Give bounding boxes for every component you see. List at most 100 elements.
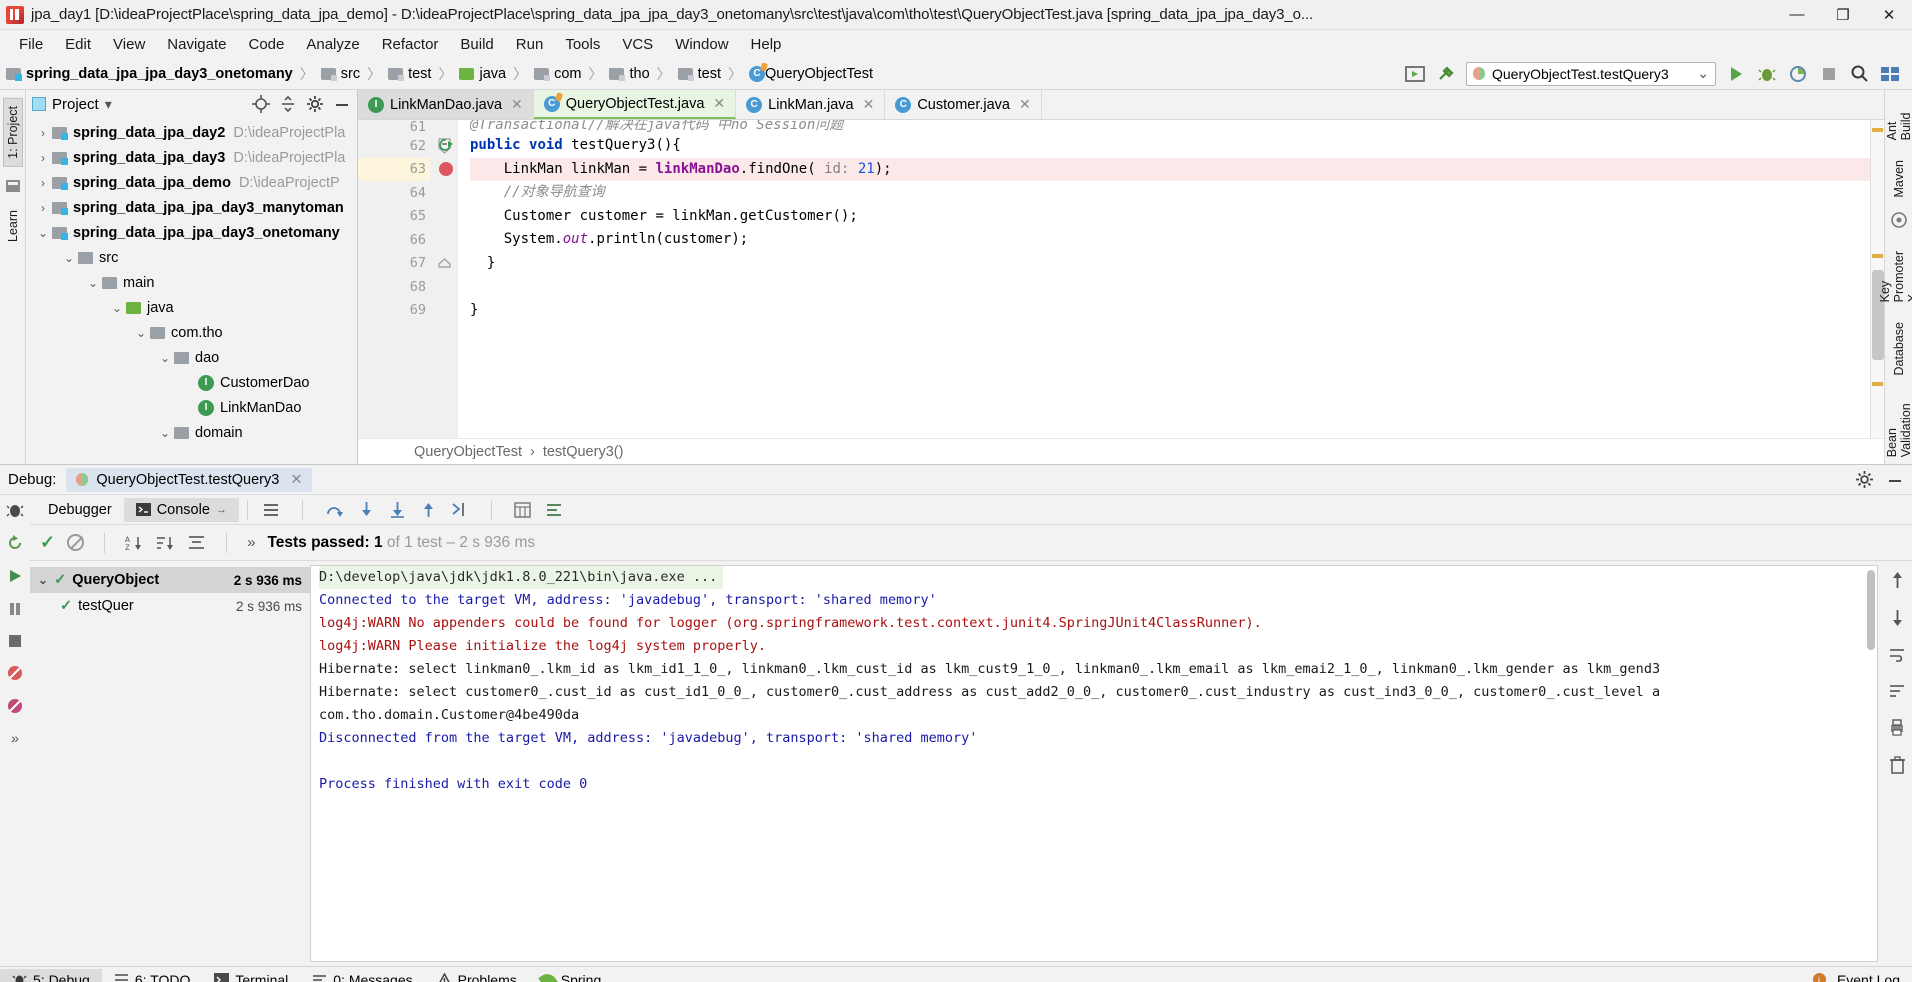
chevron-down-icon[interactable]: ⌄ bbox=[156, 426, 174, 440]
menu-view[interactable]: View bbox=[102, 33, 156, 56]
menu-navigate[interactable]: Navigate bbox=[156, 33, 237, 56]
search-icon[interactable] bbox=[1849, 63, 1871, 85]
chevron-down-icon[interactable]: ⌄ bbox=[60, 251, 78, 265]
run-configuration-selector[interactable]: QueryObjectTest.testQuery3 ⌄ bbox=[1466, 61, 1716, 86]
tree-row[interactable]: ⌄ java bbox=[26, 295, 357, 320]
menu-edit[interactable]: Edit bbox=[54, 33, 102, 56]
close-icon[interactable]: ✕ bbox=[290, 472, 302, 488]
breadcrumb-item-src[interactable]: src bbox=[320, 66, 360, 82]
chevron-down-icon[interactable]: ⌄ bbox=[132, 326, 150, 340]
resume-icon[interactable] bbox=[6, 567, 24, 585]
status-item-spring[interactable]: Spring bbox=[529, 969, 613, 982]
trash-icon[interactable] bbox=[1889, 756, 1906, 774]
settings-gear-icon[interactable] bbox=[306, 95, 324, 113]
sort-icon[interactable] bbox=[1888, 683, 1906, 699]
pin-icon[interactable]: → bbox=[216, 504, 227, 516]
editor-tab-linkmandao[interactable]: I LinkManDao.java ✕ bbox=[358, 90, 534, 119]
chevron-down-icon[interactable]: ⌄ bbox=[38, 573, 48, 587]
layout-icon[interactable] bbox=[1880, 63, 1902, 85]
editor-tab-linkman[interactable]: C LinkMan.java ✕ bbox=[736, 90, 886, 119]
soft-wrap-icon[interactable] bbox=[545, 502, 563, 518]
collapse-tests-icon[interactable] bbox=[187, 534, 206, 551]
code-line-66[interactable]: System.out.println(customer); bbox=[470, 228, 1884, 252]
settings-gear-icon[interactable] bbox=[1855, 470, 1874, 489]
gutter-line-62[interactable]: 62 bbox=[358, 134, 453, 158]
status-item-todo[interactable]: 6: TODO bbox=[102, 969, 203, 982]
chevron-right-icon[interactable]: › bbox=[34, 201, 52, 215]
breadcrumb-item-com[interactable]: com bbox=[534, 66, 581, 82]
tree-row[interactable]: ⌄ dao bbox=[26, 345, 357, 370]
build-hammer-icon[interactable] bbox=[1435, 63, 1457, 85]
stop-icon[interactable] bbox=[1818, 63, 1840, 85]
code-line-62[interactable]: public void testQuery3(){ bbox=[470, 134, 1884, 158]
tree-row[interactable]: ⌄ domain bbox=[26, 420, 357, 445]
code-editor[interactable]: 61 62 63 64 65 66 67 68 69 @Transactiona… bbox=[358, 120, 1884, 438]
menu-run[interactable]: Run bbox=[505, 33, 555, 56]
minimize-icon[interactable] bbox=[1886, 471, 1904, 489]
step-into-icon[interactable] bbox=[358, 501, 375, 518]
chevron-down-icon[interactable]: ⌄ bbox=[108, 301, 126, 315]
tab-debugger[interactable]: Debugger bbox=[36, 498, 124, 522]
status-item-debug[interactable]: 5: Debug bbox=[0, 968, 102, 982]
editor-tab-queryobjecttest[interactable]: C QueryObjectTest.java ✕ bbox=[533, 90, 737, 119]
sort-alphabetically-icon[interactable]: AZ bbox=[125, 534, 144, 551]
menu-analyze[interactable]: Analyze bbox=[295, 33, 370, 56]
tool-window-tab-ant-build[interactable]: Ant Build bbox=[1883, 98, 1912, 147]
code-line-63[interactable]: LinkMan linkMan = linkManDao.findOne( id… bbox=[470, 157, 1884, 181]
chevron-down-icon[interactable]: ⌄ bbox=[34, 226, 52, 240]
checkmark-icon[interactable]: ✓ bbox=[40, 532, 55, 553]
tool-window-tab-bean-validation[interactable]: Bean Validation bbox=[1883, 389, 1912, 464]
chevron-right-icon[interactable]: › bbox=[34, 176, 52, 190]
close-icon[interactable]: ✕ bbox=[863, 96, 875, 113]
stop-icon[interactable] bbox=[7, 633, 23, 649]
editor-gutter[interactable]: 61 62 63 64 65 66 67 68 69 bbox=[358, 120, 453, 438]
tree-row[interactable]: I LinkManDao bbox=[26, 395, 357, 420]
status-item-terminal[interactable]: Terminal bbox=[202, 969, 300, 982]
tree-row[interactable]: › spring_data_jpa_day3 D:\ideaProjectPla bbox=[26, 145, 357, 170]
tree-row[interactable]: ⌄ com.tho bbox=[26, 320, 357, 345]
tool-window-tab-database[interactable]: Database bbox=[1890, 315, 1908, 383]
chevron-right-icon[interactable]: › bbox=[34, 151, 52, 165]
debug-icon[interactable] bbox=[1756, 63, 1778, 85]
menu-icon[interactable] bbox=[262, 502, 280, 518]
evaluate-icon[interactable] bbox=[514, 501, 531, 518]
hide-icon[interactable] bbox=[333, 95, 351, 113]
console-scrollbar[interactable] bbox=[1867, 570, 1875, 650]
close-icon[interactable]: ✕ bbox=[713, 95, 725, 112]
mute-icon[interactable] bbox=[6, 664, 24, 682]
menu-vcs[interactable]: VCS bbox=[611, 33, 664, 56]
code-line-65[interactable]: Customer customer = linkMan.getCustomer(… bbox=[470, 205, 1884, 229]
gutter-line-63[interactable]: 63 bbox=[358, 157, 453, 181]
tree-row[interactable]: I CustomerDao bbox=[26, 370, 357, 395]
menu-tools[interactable]: Tools bbox=[554, 33, 611, 56]
scroll-down-icon[interactable] bbox=[1889, 609, 1906, 627]
tree-row[interactable]: › spring_data_jpa_demo D:\ideaProjectP bbox=[26, 170, 357, 195]
tool-window-tab-learn[interactable]: Learn bbox=[4, 203, 22, 249]
close-icon[interactable]: ✕ bbox=[511, 96, 523, 113]
step-over-icon[interactable] bbox=[325, 501, 344, 518]
ignore-icon[interactable] bbox=[67, 534, 85, 551]
coverage-icon[interactable] bbox=[1787, 63, 1809, 85]
maximize-button[interactable]: ❐ bbox=[1820, 0, 1866, 30]
chevron-down-icon[interactable]: ⌄ bbox=[84, 276, 102, 290]
tab-console[interactable]: Console → bbox=[123, 497, 239, 522]
tool-window-tab-project[interactable]: 1: Project bbox=[2, 98, 23, 167]
force-step-into-icon[interactable] bbox=[389, 501, 406, 518]
marker-warning[interactable] bbox=[1872, 128, 1883, 132]
tree-row[interactable]: ⌄ src bbox=[26, 245, 357, 270]
tree-row[interactable]: ⌄ spring_data_jpa_jpa_day3_onetomany bbox=[26, 220, 357, 245]
menu-file[interactable]: File bbox=[8, 33, 54, 56]
breadcrumb-item-java[interactable]: java bbox=[459, 66, 506, 82]
status-item-messages[interactable]: 0: Messages bbox=[300, 969, 424, 982]
preview-icon[interactable] bbox=[1404, 63, 1426, 85]
console-output[interactable]: D:\develop\java\jdk\jdk1.8.0_221\bin\jav… bbox=[310, 565, 1878, 962]
event-log-label[interactable]: Event Log bbox=[1837, 972, 1900, 982]
tool-window-tab-key-promoter[interactable]: Key Promoter X bbox=[1876, 233, 1912, 309]
breadcrumb-item-module[interactable]: spring_data_jpa_jpa_day3_onetomany bbox=[6, 66, 293, 82]
sort-by-duration-icon[interactable] bbox=[156, 534, 175, 551]
editor-tab-customer[interactable]: C Customer.java ✕ bbox=[885, 90, 1042, 119]
menu-refactor[interactable]: Refactor bbox=[371, 33, 450, 56]
menu-build[interactable]: Build bbox=[449, 33, 504, 56]
menu-help[interactable]: Help bbox=[740, 33, 793, 56]
breadcrumb-item-class[interactable]: C QueryObjectTest bbox=[749, 65, 873, 82]
